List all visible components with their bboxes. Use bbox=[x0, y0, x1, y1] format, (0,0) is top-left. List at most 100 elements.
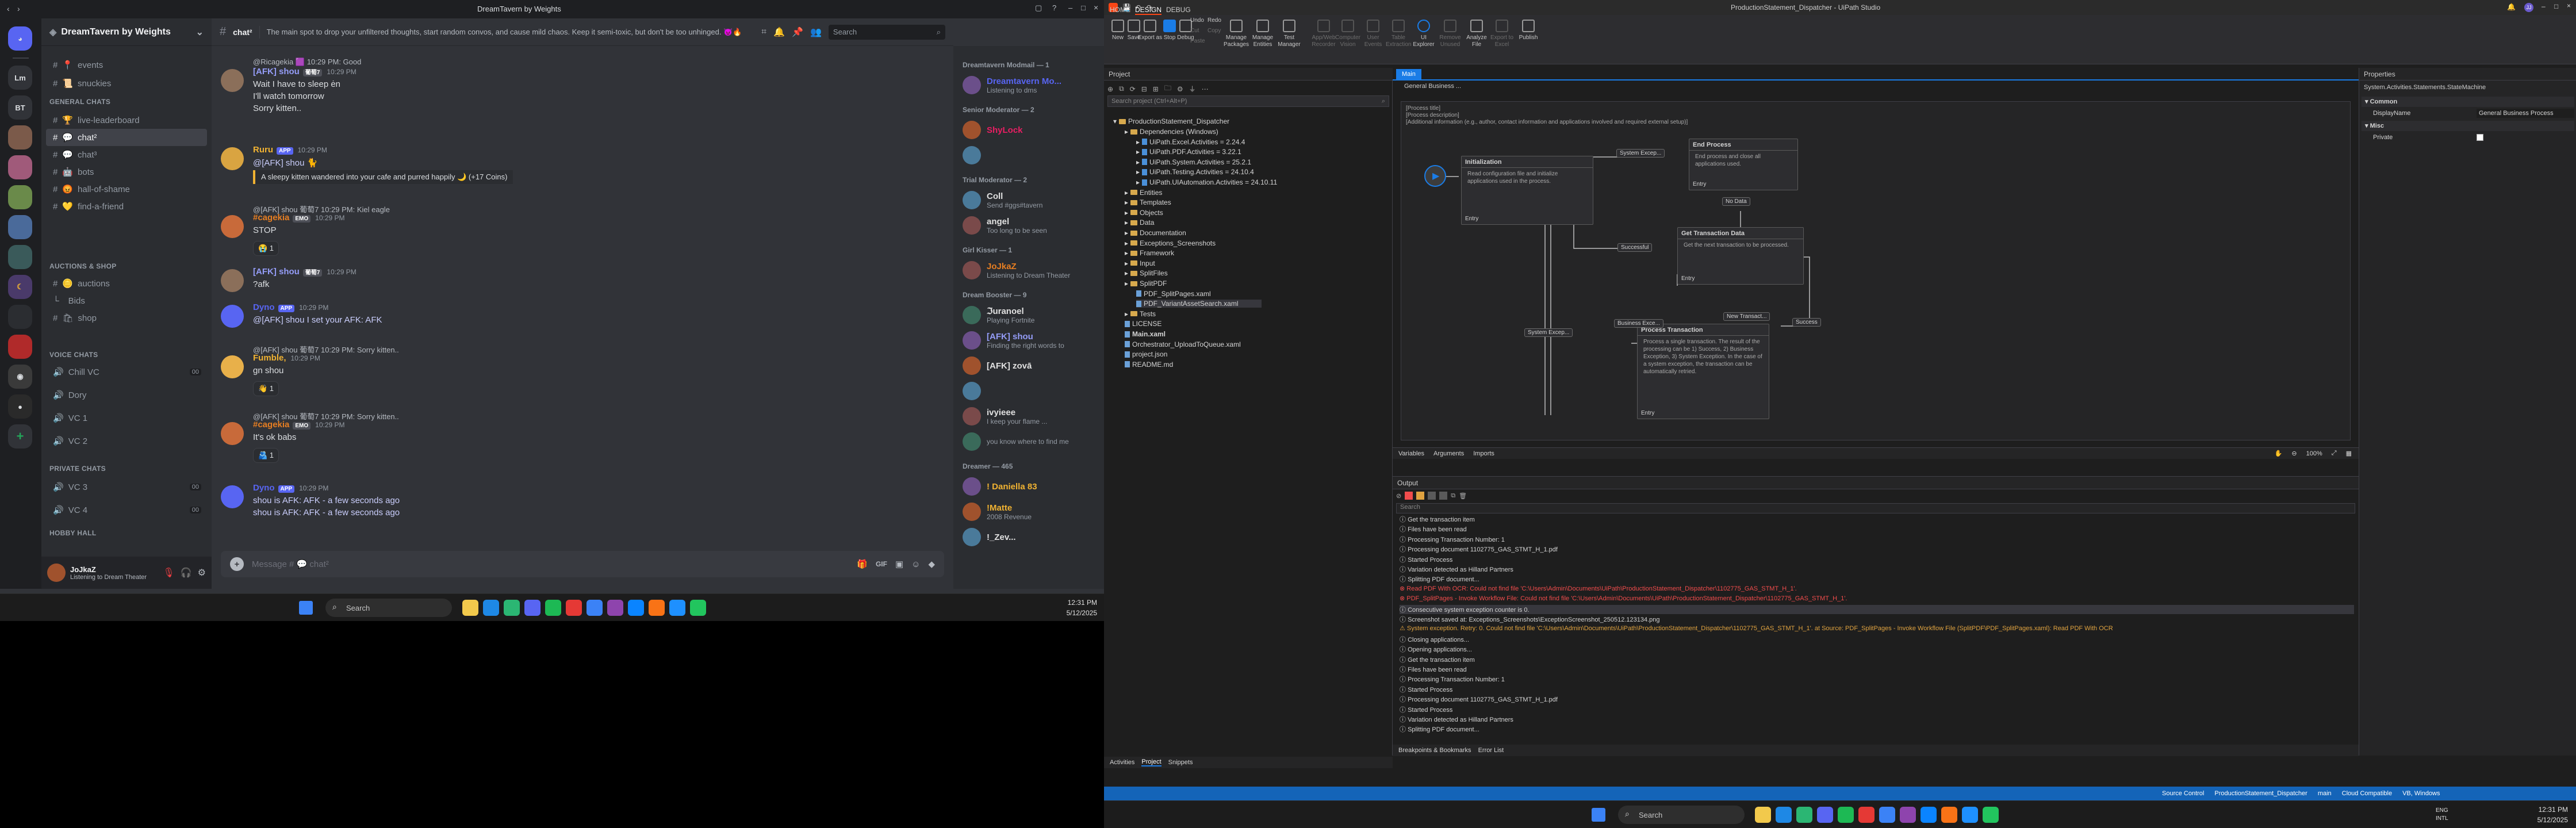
clock[interactable]: 12:31 PM 5/12/2025 bbox=[2524, 804, 2568, 825]
log-line[interactable]: ⓘ Processing Transaction Number: 1 bbox=[1400, 674, 1505, 684]
message-input[interactable]: + Message # 💬 chat² 🎁 GIF ▣ ☺ ◆ bbox=[221, 551, 944, 577]
uipath-icon[interactable] bbox=[1941, 807, 1957, 823]
tab-variables[interactable]: Variables bbox=[1398, 450, 1424, 457]
guild-header[interactable]: ◈ DreamTavern by Weights ⌄ bbox=[41, 18, 212, 46]
tab-debug[interactable]: DEBUG bbox=[1166, 6, 1191, 14]
transition-label[interactable]: Business Exce... bbox=[1614, 319, 1663, 328]
tab-main[interactable]: Main bbox=[1396, 69, 1421, 79]
voice-channel[interactable]: 🔊 VC 1 bbox=[46, 409, 207, 427]
server-icon[interactable]: Lm bbox=[8, 66, 32, 90]
discord-icon[interactable] bbox=[524, 600, 540, 616]
avatar[interactable] bbox=[221, 422, 244, 445]
copy-icon[interactable]: ⧉ bbox=[1451, 492, 1455, 500]
project-search-input[interactable]: Search project (Ctrl+Alt+P) ⌕ bbox=[1107, 95, 1389, 107]
state-machine-canvas[interactable]: [Process title] [Process description] [A… bbox=[1401, 101, 2351, 440]
ribbon-button-computer-vision[interactable]: Computer Vision bbox=[1335, 20, 1360, 48]
member-item[interactable]: Coll Send #ggs#tavern bbox=[958, 187, 1099, 213]
close-icon[interactable]: × bbox=[1094, 3, 1098, 12]
status-compat[interactable]: Cloud Compatible bbox=[2342, 790, 2392, 797]
clear-icon[interactable]: ⊘ bbox=[1396, 492, 1401, 500]
tree-item[interactable]: ▸ Data bbox=[1125, 218, 1154, 227]
inbox-icon[interactable]: ▢ bbox=[1035, 3, 1042, 13]
gif-icon[interactable]: GIF bbox=[876, 560, 887, 568]
windows-start-icon[interactable] bbox=[299, 601, 313, 615]
transition-label[interactable]: System Excep... bbox=[1616, 149, 1665, 158]
clock[interactable]: 12:31 PM 5/12/2025 bbox=[1053, 597, 1097, 618]
channel-events[interactable]: # 📍 events bbox=[46, 56, 207, 74]
member-item[interactable]: you know where to find me bbox=[958, 429, 1099, 454]
ribbon-button-manage-entities[interactable]: Manage Entities bbox=[1250, 20, 1275, 48]
avatar[interactable] bbox=[221, 69, 244, 92]
tree-item[interactable]: ▸ Entities bbox=[1125, 189, 1162, 197]
status-source-control[interactable]: Source Control bbox=[2162, 790, 2204, 797]
avatar[interactable] bbox=[47, 564, 66, 582]
section-misc[interactable]: ▾ Misc bbox=[2362, 121, 2574, 131]
chevron-down-icon[interactable]: ⌄ bbox=[196, 26, 204, 38]
edge-icon[interactable] bbox=[1776, 807, 1792, 823]
avatar[interactable] bbox=[221, 355, 244, 378]
trace-filter-icon[interactable] bbox=[1439, 492, 1448, 500]
log-line[interactable]: ⓘ Processing document 1102775_GAS_STMT_H… bbox=[1400, 695, 1558, 704]
transition-label[interactable]: System Excep... bbox=[1524, 328, 1573, 337]
category-private[interactable]: PRIVATE CHATS bbox=[49, 465, 106, 473]
log-line[interactable]: ⓘ Processing Transaction Number: 1 bbox=[1400, 535, 1505, 544]
log-line[interactable]: ⓘ Screenshot saved at: Exceptions_Screen… bbox=[1400, 615, 1660, 624]
spotify-icon[interactable] bbox=[1838, 807, 1854, 823]
gear-icon[interactable]: ⚙ bbox=[198, 567, 206, 578]
log-line[interactable]: ⊗ PDF_SplitPages - Invoke Workflow File:… bbox=[1400, 595, 1847, 602]
tree-item[interactable]: ▸ Input bbox=[1125, 259, 1155, 267]
tree-item[interactable]: project.json bbox=[1125, 350, 1167, 358]
browser-icon[interactable] bbox=[504, 600, 520, 616]
channel-item[interactable]: # 😡 hall-of-shame bbox=[46, 181, 207, 198]
tree-item[interactable]: ▸ UiPath.Excel.Activities = 2.24.4 bbox=[1136, 138, 1245, 146]
state-process-transaction[interactable]: Process Transaction Process a single tra… bbox=[1637, 324, 1769, 419]
log-line[interactable]: ⓘ Opening applications... bbox=[1400, 645, 1472, 654]
message[interactable]: Dyno APP 10:29 PM shou is AFK: AFK - a few … bbox=[221, 483, 940, 540]
tree-item[interactable]: ▸ UiPath.PDF.Activities = 3.22.1 bbox=[1136, 148, 1241, 156]
tree-item[interactable]: ▸ Objects bbox=[1125, 209, 1163, 217]
transition-label[interactable]: Success bbox=[1792, 318, 1821, 327]
tree-item[interactable]: LICENSE bbox=[1125, 320, 1162, 328]
ribbon-button-ui-explorer[interactable]: UI Explorer bbox=[1411, 20, 1436, 48]
tree-item[interactable]: Main.xaml bbox=[1125, 330, 1166, 338]
visual-studio-icon[interactable] bbox=[607, 600, 623, 616]
ribbon-button-table-extraction[interactable]: Table Extraction bbox=[1386, 20, 1411, 48]
ribbon-button-paste[interactable]: Paste bbox=[1190, 38, 1213, 45]
category-voice[interactable]: VOICE CHATS bbox=[49, 351, 98, 359]
avatar[interactable] bbox=[221, 305, 244, 328]
log-line[interactable]: ⓘ Files have been read bbox=[1400, 524, 1467, 534]
author-name[interactable]: Ruru APP 10:29 PM bbox=[253, 145, 327, 155]
message[interactable]: @[AFK] shou 葡萄7 10:29 PM: Sorry kitten..… bbox=[221, 346, 940, 411]
member-item[interactable] bbox=[958, 378, 1099, 404]
state-initialization[interactable]: Initialization Read configuration file a… bbox=[1461, 156, 1593, 225]
word-icon[interactable] bbox=[628, 600, 644, 616]
channel-item[interactable]: # 💬 chat³ bbox=[46, 146, 207, 163]
minimize-icon[interactable]: – bbox=[1068, 3, 1072, 12]
vscode-icon[interactable] bbox=[1879, 807, 1895, 823]
server-icon[interactable]: BT bbox=[8, 95, 32, 120]
log-line[interactable]: ⓘ Get the transaction item bbox=[1400, 655, 1475, 664]
dreamtavern-server-icon[interactable]: ☾ bbox=[8, 275, 32, 299]
tab-design[interactable]: DESIGN bbox=[1135, 6, 1162, 15]
reaction[interactable]: 😭 1 bbox=[253, 241, 279, 256]
app-icon[interactable] bbox=[669, 600, 685, 616]
server-icon[interactable] bbox=[8, 185, 32, 209]
status-branch[interactable]: main bbox=[2318, 790, 2332, 797]
tab-home[interactable]: HOME bbox=[1110, 6, 1130, 14]
tree-item[interactable]: ▸ Tests bbox=[1125, 310, 1156, 318]
log-line[interactable]: ⓘ Splitting PDF document... bbox=[1400, 724, 1479, 734]
log-line[interactable]: ⓘ Splitting PDF document... bbox=[1400, 574, 1479, 584]
server-icon[interactable] bbox=[8, 245, 32, 269]
info-filter-icon[interactable] bbox=[1428, 492, 1436, 500]
spotify-icon[interactable] bbox=[545, 600, 561, 616]
state-end-process[interactable]: End Process End process and close all ap… bbox=[1689, 139, 1798, 190]
minimize-icon[interactable]: – bbox=[2542, 2, 2546, 10]
tree-item[interactable]: PDF_SplitPages.xaml bbox=[1136, 290, 1211, 298]
brave-icon[interactable] bbox=[1858, 807, 1874, 823]
channel-snuckies[interactable]: # 📜 snuckies bbox=[46, 75, 207, 92]
member-item[interactable]: ! Daniella 83 bbox=[958, 474, 1099, 499]
channel-item[interactable]: # 🛍 shop bbox=[46, 309, 207, 327]
log-line[interactable]: ⓘ Get the transaction item bbox=[1400, 515, 1475, 524]
author-name[interactable]: Dyno APP 10:29 PM bbox=[253, 302, 328, 312]
avatar[interactable]: JJ bbox=[2524, 3, 2533, 12]
